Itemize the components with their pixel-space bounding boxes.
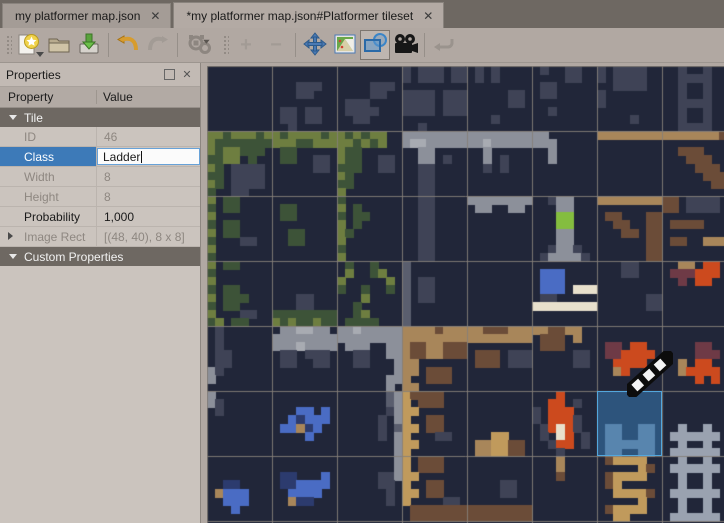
property-row-class[interactable]: Class Ladder <box>0 147 200 167</box>
close-icon[interactable]: ✕ <box>150 9 160 23</box>
terrain-editor-icon <box>332 31 358 60</box>
selected-tile-highlight[interactable] <box>597 391 662 456</box>
property-value[interactable]: 8 <box>97 187 200 206</box>
collision-editor-icon <box>362 31 388 60</box>
redo-icon <box>145 31 171 60</box>
toolbar-drag-handle[interactable] <box>5 34 12 56</box>
property-name[interactable]: Height <box>0 187 97 206</box>
toolbar-separator <box>295 33 296 57</box>
return-button[interactable] <box>429 30 459 60</box>
terrain-editor-button[interactable] <box>330 30 360 60</box>
tab-map[interactable]: my platformer map.json ✕ <box>2 3 171 28</box>
return-icon <box>431 31 457 60</box>
tab-map-label: my platformer map.json <box>15 9 140 23</box>
property-name[interactable]: Image Rect <box>0 227 97 246</box>
properties-column-headers: Property Value <box>0 87 200 108</box>
section-label: Tile <box>24 111 43 125</box>
move-tool-icon <box>302 31 328 60</box>
save-icon <box>76 31 102 60</box>
execute-commands-icon <box>186 31 216 60</box>
property-name[interactable]: Class <box>0 147 97 166</box>
add-button[interactable]: + <box>231 30 261 60</box>
tile-animation-icon <box>391 31 419 60</box>
property-name[interactable]: ID <box>0 127 97 146</box>
toolbar-separator <box>108 33 109 57</box>
column-header-value[interactable]: Value <box>97 90 200 104</box>
property-rows: ID46ClassLadderWidth8Height8Probability1… <box>0 127 200 247</box>
float-button[interactable] <box>162 68 176 82</box>
tiled-window: my platformer map.json ✕ *my platformer … <box>0 0 724 523</box>
tileset-editor-area <box>201 63 724 523</box>
text-caret <box>141 151 142 163</box>
film-strip-cursor-icon <box>627 351 673 397</box>
collision-editor-button[interactable] <box>360 30 390 60</box>
properties-panel: Properties ✕ Property Value Tile ID46Cla… <box>0 63 201 523</box>
toolbar-drag-handle[interactable] <box>222 34 229 56</box>
close-icon: ✕ <box>182 68 191 81</box>
section-header-custom-properties[interactable]: Custom Properties <box>0 247 200 266</box>
main-toolbar: + − <box>0 28 724 63</box>
execute-commands-button[interactable] <box>182 30 220 60</box>
undo-icon <box>115 31 141 60</box>
property-value[interactable]: 8 <box>97 167 200 186</box>
property-value[interactable]: Ladder <box>97 147 200 166</box>
property-name[interactable]: Width <box>0 167 97 186</box>
section-header-tile[interactable]: Tile <box>0 108 200 127</box>
properties-panel-title: Properties <box>6 68 158 82</box>
document-tab-bar: my platformer map.json ✕ *my platformer … <box>0 0 724 28</box>
undo-button[interactable] <box>113 30 143 60</box>
tab-tileset-label: *my platformer map.json#Platformer tiles… <box>186 9 413 23</box>
move-tool-button[interactable] <box>300 30 330 60</box>
chevron-down-icon <box>9 254 17 259</box>
property-value[interactable]: 1,000 <box>97 207 200 226</box>
dropdown-caret-icon <box>36 52 44 57</box>
save-button[interactable] <box>74 30 104 60</box>
chevron-down-icon <box>9 115 17 120</box>
remove-button[interactable]: − <box>261 30 291 60</box>
property-row-height[interactable]: Height8 <box>0 187 200 207</box>
close-icon[interactable]: ✕ <box>423 9 433 23</box>
tab-tileset[interactable]: *my platformer map.json#Platformer tiles… <box>173 2 444 28</box>
open-file-icon <box>46 31 72 60</box>
property-row-width[interactable]: Width8 <box>0 167 200 187</box>
property-row-id[interactable]: ID46 <box>0 127 200 147</box>
property-value[interactable]: [(48, 40), 8 x 8] <box>97 227 200 246</box>
toolbar-separator <box>177 33 178 57</box>
properties-panel-titlebar[interactable]: Properties ✕ <box>0 63 200 87</box>
new-map-button[interactable] <box>14 30 44 60</box>
input-text: Ladder <box>103 150 140 164</box>
float-icon <box>164 69 175 80</box>
class-value-input[interactable]: Ladder <box>97 148 200 165</box>
property-value[interactable]: 46 <box>97 127 200 146</box>
toolbar-separator <box>424 33 425 57</box>
remove-icon: − <box>270 34 282 57</box>
tile-animation-button[interactable] <box>390 30 420 60</box>
property-row-probability[interactable]: Probability1,000 <box>0 207 200 227</box>
close-button[interactable]: ✕ <box>180 68 194 82</box>
chevron-right-icon[interactable] <box>8 232 13 240</box>
open-file-button[interactable] <box>44 30 74 60</box>
add-icon: + <box>240 34 252 57</box>
section-label: Custom Properties <box>24 250 123 264</box>
property-name[interactable]: Probability <box>0 207 97 226</box>
column-header-property[interactable]: Property <box>0 90 97 104</box>
redo-button[interactable] <box>143 30 173 60</box>
tileset-view[interactable] <box>207 66 724 523</box>
property-row-image-rect[interactable]: Image Rect[(48, 40), 8 x 8] <box>0 227 200 247</box>
